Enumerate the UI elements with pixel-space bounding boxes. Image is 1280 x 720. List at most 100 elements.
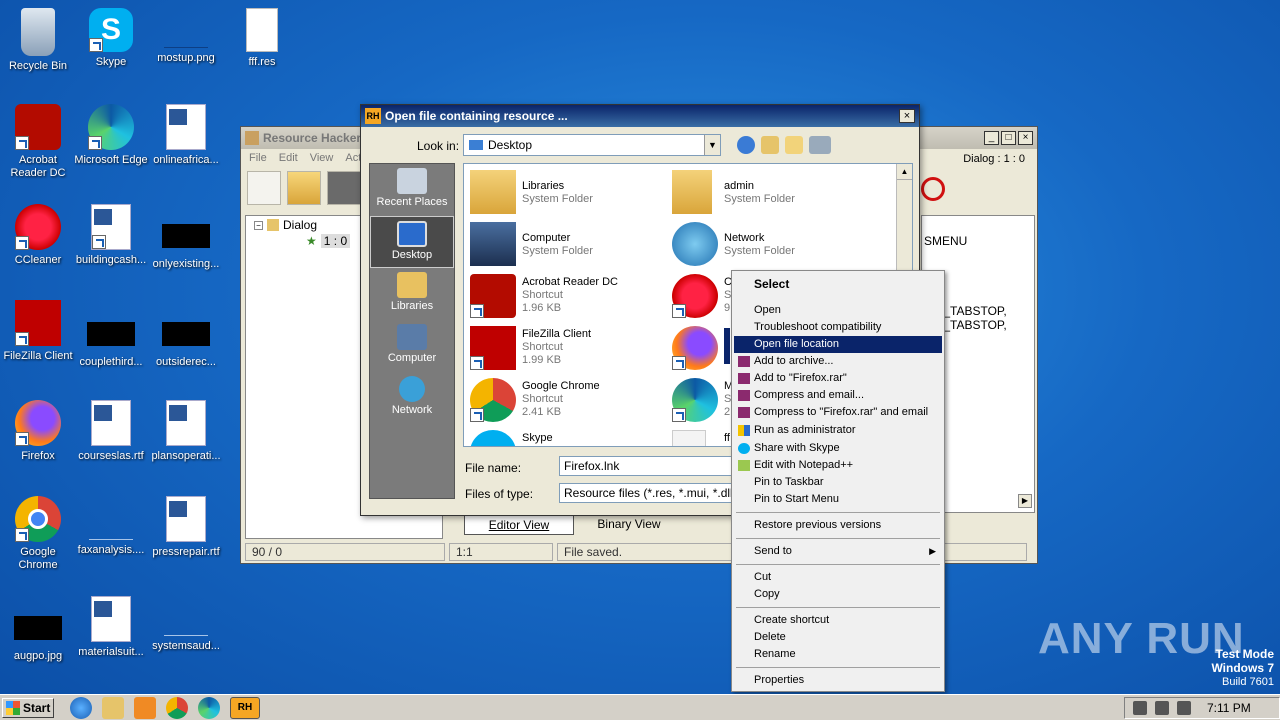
menu-file[interactable]: File: [249, 152, 267, 164]
acrobat-icon: [470, 274, 516, 318]
save-icon[interactable]: [327, 171, 361, 205]
start-button[interactable]: Start: [2, 697, 54, 718]
resource-hacker-taskbar-button[interactable]: RH: [230, 696, 260, 719]
up-folder-icon[interactable]: [761, 136, 779, 154]
maximize-button[interactable]: □: [1001, 131, 1016, 145]
menu-item-send-to[interactable]: Send to ▶: [734, 543, 942, 560]
desktop-icon-filezilla[interactable]: FileZilla Client: [0, 300, 76, 363]
desktop-icon-chrome[interactable]: Google Chrome: [0, 496, 76, 572]
desktop-icon-recycle-bin[interactable]: Recycle Bin: [0, 8, 76, 73]
menu-item-open-file-location[interactable]: Open file location: [734, 336, 942, 353]
power-icon[interactable]: [921, 177, 945, 201]
desktop-icon-plansoperati[interactable]: plansoperati...: [148, 400, 224, 463]
media-player-icon[interactable]: [134, 696, 156, 719]
clock[interactable]: 7:11 PM: [1207, 701, 1251, 715]
desktop-icon-faxanalysis[interactable]: faxanalysis....: [73, 510, 149, 557]
menu-edit[interactable]: Edit: [279, 152, 298, 164]
flag-icon[interactable]: [1177, 701, 1191, 715]
menu-item-delete[interactable]: Delete: [734, 629, 942, 646]
edge-icon: [672, 378, 718, 422]
desktop-icon-ccleaner[interactable]: CCleaner: [0, 204, 76, 267]
menu-item-compress-to-rar-email[interactable]: Compress to "Firefox.rar" and email: [734, 404, 942, 421]
network-tray-icon[interactable]: [1155, 701, 1169, 715]
desktop-icon-pressrepair[interactable]: pressrepair.rtf: [148, 496, 224, 559]
tree-node-1-0[interactable]: ★ 1 : 0: [306, 234, 351, 248]
volume-icon[interactable]: [1133, 701, 1147, 715]
menu-item-run-as-admin[interactable]: Run as administrator: [734, 422, 942, 439]
desktop-icon-augpo[interactable]: augpo.jpg: [0, 604, 76, 663]
list-item[interactable]: Computer System Folder: [466, 218, 666, 268]
view-menu-icon[interactable]: [809, 136, 831, 154]
menu-item-cut[interactable]: Cut: [734, 569, 942, 586]
desktop-icon-edge[interactable]: Microsoft Edge: [73, 104, 149, 167]
minimize-button[interactable]: _: [984, 131, 999, 145]
place-network[interactable]: Network: [370, 372, 454, 424]
scroll-up-arrow[interactable]: ▲: [897, 164, 912, 180]
menu-view[interactable]: View: [310, 152, 334, 164]
menu-item-restore-versions[interactable]: Restore previous versions: [734, 517, 942, 534]
collapse-icon[interactable]: −: [254, 220, 263, 230]
explorer-icon[interactable]: [102, 696, 124, 719]
list-item[interactable]: Network System Folder: [668, 218, 868, 268]
hscroll-right-arrow[interactable]: ▶: [1018, 494, 1032, 508]
desktop-icon-firefox[interactable]: Firefox: [0, 400, 76, 463]
list-item[interactable]: Libraries System Folder: [466, 166, 666, 216]
new-file-icon[interactable]: [247, 171, 281, 205]
winrar-icon: [738, 390, 750, 401]
desktop-icon-outsiderec[interactable]: outsiderec...: [148, 310, 224, 369]
desktop-icon-systemsaud[interactable]: systemsaud...: [148, 600, 224, 653]
chevron-down-icon[interactable]: ▼: [704, 135, 720, 155]
taskbar: Start RH 7:11 PM: [0, 694, 1280, 720]
desktop-icon-buildingcash[interactable]: buildingcash...: [73, 204, 149, 267]
look-in-combobox[interactable]: Desktop ▼: [463, 134, 721, 156]
image-file-icon: [164, 8, 208, 48]
rh-logo-icon: [245, 131, 259, 145]
desktop-icon-couplethird[interactable]: couplethird...: [73, 310, 149, 369]
menu-item-properties[interactable]: Properties: [734, 672, 942, 689]
place-recent[interactable]: Recent Places: [370, 164, 454, 216]
tree-node-dialog[interactable]: − Dialog: [254, 218, 317, 232]
tab-binary-view[interactable]: Binary View: [574, 515, 684, 535]
file-name-input[interactable]: Firefox.lnk: [559, 456, 735, 476]
desktop-icon-onlineafrica[interactable]: onlineafrica...: [148, 104, 224, 167]
close-button[interactable]: ×: [1018, 131, 1033, 145]
file-type-select[interactable]: Resource files (*.res, *.mui, *.dll, *.e…: [559, 483, 735, 503]
desktop-icon-acrobat[interactable]: Acrobat Reader DC: [0, 104, 76, 180]
place-desktop[interactable]: Desktop: [370, 216, 454, 268]
list-item[interactable]: Acrobat Reader DC Shortcut 1.96 KB: [466, 270, 666, 320]
menu-item-troubleshoot[interactable]: Troubleshoot compatibility: [734, 319, 942, 336]
menu-item-select[interactable]: Select: [734, 276, 942, 293]
menu-item-create-shortcut[interactable]: Create shortcut: [734, 612, 942, 629]
edge-icon[interactable]: [198, 696, 220, 719]
new-folder-icon[interactable]: [785, 136, 803, 154]
list-item[interactable]: Google Chrome Shortcut 2.41 KB: [466, 374, 666, 424]
desktop-icon-mostup[interactable]: mostup.png: [148, 8, 224, 65]
dialog-close-button[interactable]: ×: [899, 109, 915, 123]
chrome-icon[interactable]: [166, 696, 188, 719]
desktop-icon-onlyexisting[interactable]: onlyexisting...: [148, 212, 224, 271]
menu-item-pin-start[interactable]: Pin to Start Menu: [734, 491, 942, 508]
menu-item-add-to-archive[interactable]: Add to archive...: [734, 353, 942, 370]
menu-item-compress-email[interactable]: Compress and email...: [734, 387, 942, 404]
list-item[interactable]: Skype: [466, 426, 666, 446]
menu-item-copy[interactable]: Copy: [734, 586, 942, 603]
desktop-icon-fff-res[interactable]: fff.res: [224, 8, 300, 69]
menu-item-pin-taskbar[interactable]: Pin to Taskbar: [734, 474, 942, 491]
place-computer[interactable]: Computer: [370, 320, 454, 372]
back-icon[interactable]: [737, 136, 755, 154]
place-libraries[interactable]: Libraries: [370, 268, 454, 320]
list-item[interactable]: admin System Folder: [668, 166, 868, 216]
open-file-icon[interactable]: [287, 171, 321, 205]
menu-item-share-skype[interactable]: Share with Skype: [734, 440, 942, 457]
desktop-icon-courseslas[interactable]: courseslas.rtf: [73, 400, 149, 463]
menu-item-add-to-firefox-rar[interactable]: Add to "Firefox.rar": [734, 370, 942, 387]
dialog-titlebar[interactable]: RH Open file containing resource ...: [361, 105, 919, 127]
list-item[interactable]: FileZilla Client Shortcut 1.99 KB: [466, 322, 666, 372]
menu-item-rename[interactable]: Rename: [734, 646, 942, 663]
menu-item-edit-notepadpp[interactable]: Edit with Notepad++: [734, 457, 942, 474]
menu-item-open[interactable]: Open: [734, 302, 942, 319]
desktop-icon-materialsuit[interactable]: materialsuit...: [73, 596, 149, 659]
ie-icon[interactable]: [70, 696, 92, 719]
tab-editor-view[interactable]: Editor View: [464, 515, 574, 535]
desktop-icon-skype[interactable]: S Skype: [73, 8, 149, 69]
